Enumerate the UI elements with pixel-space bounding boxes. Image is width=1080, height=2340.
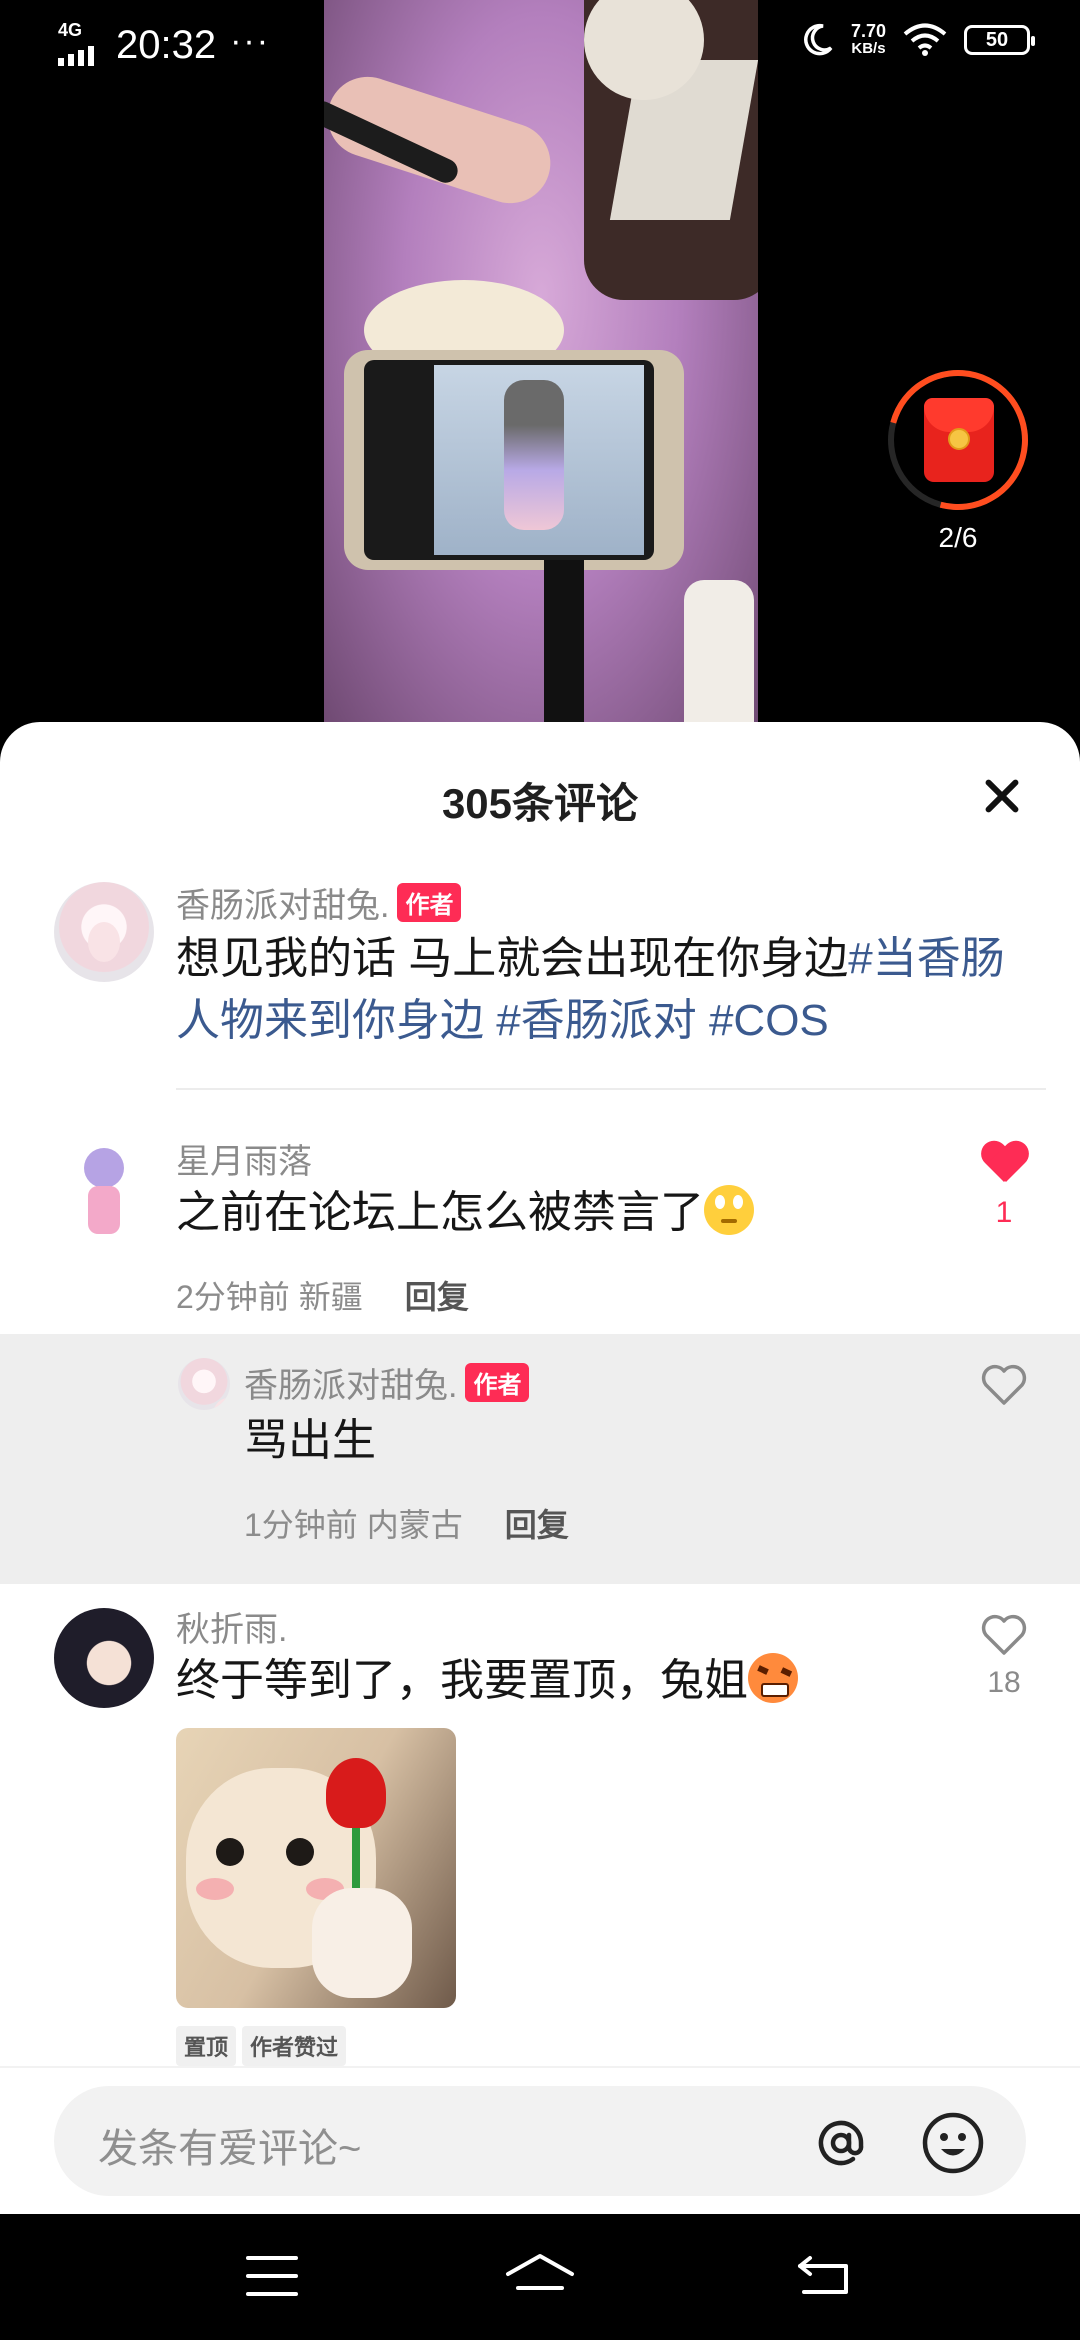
comment-text: 骂出生 (244, 1416, 376, 1465)
comment-input[interactable]: 发条有爱评论~ (54, 2086, 1026, 2196)
comment-text: 终于等到了，我要置顶，兔姐 (176, 1650, 798, 1712)
avatar[interactable] (54, 1608, 154, 1708)
video-frame (324, 0, 758, 740)
author-badge: 作者 (465, 1363, 530, 1402)
signal-icon: 4G (58, 18, 104, 68)
home-icon[interactable] (504, 2250, 576, 2298)
status-bar: 4G 20:32 ··· 7.70 KB/s 50 (0, 0, 1080, 90)
avatar[interactable] (54, 882, 154, 982)
heart-icon[interactable] (980, 1612, 1028, 1656)
heart-icon[interactable] (980, 1142, 1028, 1186)
avatar[interactable] (178, 1358, 230, 1410)
network-type: 4G (58, 20, 83, 40)
hashtag-link[interactable]: #香肠派对 (496, 996, 696, 1045)
reply-button[interactable]: 回复 (405, 1279, 469, 1315)
comment-meta: 1分钟前 内蒙古 回复 (244, 1507, 569, 1543)
comment-meta: 2分钟前 新疆 回复 (176, 1279, 469, 1315)
author-badge: 作者 (397, 883, 462, 922)
comment-input-placeholder: 发条有爱评论~ (98, 2127, 362, 2171)
close-icon[interactable] (984, 778, 1020, 814)
emoji-icon[interactable] (920, 2110, 986, 2176)
comment-input-bar: 发条有爱评论~ (0, 2066, 1080, 2214)
reply-button[interactable]: 回复 (505, 1507, 569, 1543)
comment-text: 想见我的话 马上就会出现在你身边#当香肠人物来到你身边 #香肠派对 #COS (176, 934, 1005, 1045)
comments-title: 305条评论 (441, 780, 639, 827)
divider (176, 1088, 1046, 1090)
comment-tags: 置顶 作者赞过 (176, 2026, 352, 2066)
clock: 20:32 (116, 22, 217, 67)
menu-icon[interactable] (246, 2256, 298, 2296)
author-liked-tag: 作者赞过 (242, 2026, 347, 2066)
comment-username[interactable]: 香肠派对甜兔. 作者 (244, 1358, 530, 1407)
at-icon[interactable] (808, 2110, 874, 2176)
moon-icon (804, 23, 833, 56)
like-count: 18 (987, 1666, 1021, 1699)
angry-emoji-icon (748, 1653, 798, 1703)
wifi-icon (903, 23, 947, 56)
system-nav-bar (0, 2214, 1080, 2340)
more-notifications: ··· (230, 21, 271, 60)
battery-icon: 50 (964, 25, 1035, 55)
comment-username[interactable]: 香肠派对甜兔. 作者 (176, 878, 462, 927)
avatar[interactable] (54, 1140, 154, 1240)
comment-text: 之前在论坛上怎么被禁言了 (176, 1182, 754, 1244)
red-envelope-widget[interactable] (862, 344, 1054, 536)
comment-username[interactable]: 秋折雨. (176, 1602, 287, 1651)
red-envelope-progress: 2/6 (938, 522, 978, 553)
comments-panel: 305条评论 香肠派对甜兔. 作者 想见我的话 马上就会出现在你身边#当香肠人物来… (0, 722, 1080, 2214)
like-count: 1 (995, 1196, 1013, 1229)
comment-username[interactable]: 星月雨落 (176, 1134, 312, 1183)
red-envelope-icon (924, 398, 994, 482)
back-icon[interactable] (796, 2252, 852, 2298)
heart-icon[interactable] (980, 1362, 1028, 1406)
reply-thread (0, 1334, 1080, 1584)
pinned-tag: 置顶 (176, 2026, 237, 2066)
hashtag-link[interactable]: #COS (709, 996, 829, 1045)
eye-roll-emoji-icon (704, 1185, 754, 1235)
cat-rose-sticker[interactable] (176, 1728, 456, 2008)
network-speed: 7.70 KB/s (850, 21, 886, 57)
